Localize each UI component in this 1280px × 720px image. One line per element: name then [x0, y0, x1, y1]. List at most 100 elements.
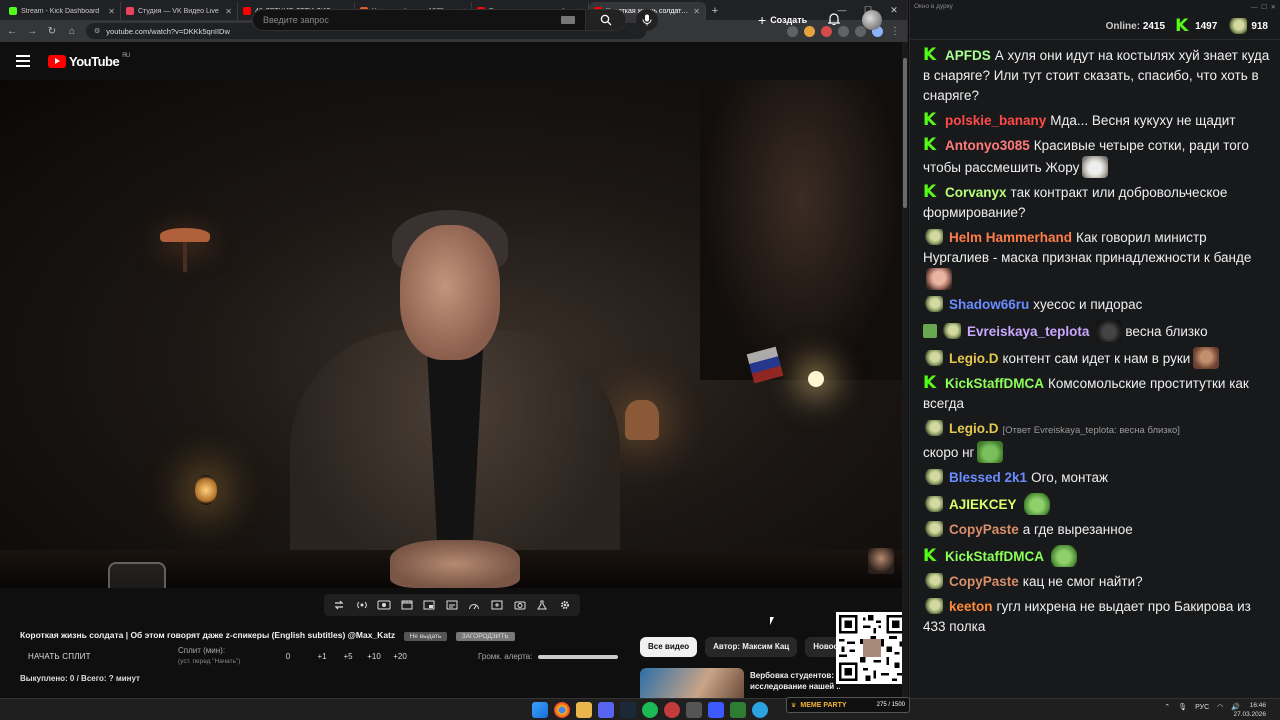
chat-message[interactable]: AJIEKCEY [923, 491, 1273, 518]
wifi-icon[interactable]: ◠ [1217, 703, 1223, 711]
film-icon[interactable] [399, 598, 415, 612]
split-increment-button[interactable]: +5 [335, 652, 361, 661]
chat-message[interactable]: KickStaffDMCA [923, 543, 1273, 570]
discord-icon[interactable] [598, 702, 614, 718]
chat-username[interactable]: Legio.D [949, 351, 999, 366]
chat-username[interactable]: Legio.D [949, 421, 999, 436]
chat-username[interactable]: polskie_banany [945, 113, 1046, 128]
gear-icon[interactable] [557, 598, 573, 612]
chat-message[interactable]: Corvanyxтак контракт или добровольческое… [923, 181, 1273, 226]
chip-author[interactable]: Автор: Максим Кац [705, 637, 798, 657]
reload-icon[interactable]: ↻ [46, 26, 58, 37]
add-frame-icon[interactable] [489, 598, 505, 612]
chat-message[interactable]: Helm Hammerhand Как говорил министр Нурга… [923, 226, 1273, 293]
subtitles-icon[interactable] [444, 598, 460, 612]
windows-start-icon[interactable] [532, 702, 548, 718]
folder-icon[interactable] [576, 702, 592, 718]
avatar[interactable] [862, 10, 882, 30]
chat-username[interactable]: APFDS [945, 48, 991, 63]
split-increment-button[interactable]: +20 [387, 652, 413, 661]
recommended-video[interactable]: Вербовка студентов: исследование нашей .… [640, 668, 840, 698]
app-icon[interactable] [686, 702, 702, 718]
chat-username[interactable]: Antonyo3085 [945, 138, 1030, 153]
chat-window-controls[interactable]: — ☐ ✕ [1251, 3, 1276, 11]
chat-username[interactable]: Evreiskaya_teplota [967, 324, 1089, 339]
pip-icon[interactable] [421, 598, 437, 612]
video-badge[interactable]: ЗАГОРОДЗИТЬ [455, 632, 515, 641]
spotify-icon[interactable] [642, 702, 658, 718]
tab-close-icon[interactable]: ✕ [225, 7, 232, 16]
search-box[interactable]: Введите запрос [252, 9, 626, 31]
chat-message[interactable]: Evreiskaya_teplota весна близко [923, 318, 1273, 345]
loop-icon[interactable] [331, 598, 347, 612]
forward-icon[interactable]: → [26, 26, 38, 37]
microphone-icon[interactable]: 🎙 [1178, 703, 1187, 711]
split-value[interactable]: 0 [275, 652, 301, 661]
chat-message[interactable]: CopyPaste кац не смог найти? [923, 570, 1273, 595]
chat-username[interactable]: AJIEKCEY [949, 497, 1017, 512]
channel-watermark[interactable] [868, 548, 894, 574]
voice-search-button[interactable] [636, 9, 658, 31]
create-button[interactable]: + Создать [752, 10, 813, 30]
home-icon[interactable]: ⌂ [66, 26, 78, 37]
chat-username[interactable]: Corvanyx [945, 185, 1007, 200]
chat-username[interactable]: KickStaffDMCA [945, 549, 1044, 564]
steam-icon[interactable] [620, 702, 636, 718]
chat-username[interactable]: CopyPaste [949, 522, 1019, 537]
tray-chevron-icon[interactable]: ⌃ [1164, 703, 1170, 711]
keyboard-language[interactable]: РУС [1195, 704, 1209, 711]
reply-reference[interactable]: [Ответ Evreiskaya_teplota: весна близко] [1003, 425, 1180, 436]
chat-username[interactable]: Shadow66ru [949, 297, 1029, 312]
notifications-button[interactable] [827, 12, 841, 31]
video-badge[interactable]: Не выдать [403, 632, 448, 641]
speed-icon[interactable] [466, 598, 482, 612]
chrome-icon[interactable] [554, 702, 570, 718]
chat-username[interactable]: KickStaffDMCA [945, 376, 1044, 391]
chat-message[interactable]: Antonyo3085Красивые четыре сотки, ради т… [923, 134, 1273, 181]
chat-message[interactable]: Legio.D [Ответ Evreiskaya_teplota: весна … [923, 417, 1273, 466]
menu-icon[interactable] [16, 55, 30, 67]
chip-all-videos[interactable]: Все видео [640, 637, 698, 657]
back-icon[interactable]: ← [6, 26, 18, 37]
app-icon[interactable] [708, 702, 724, 718]
chat-message[interactable]: CopyPaste а где вырезанное [923, 518, 1273, 543]
youtube-logo[interactable]: YouTube RU [48, 53, 130, 69]
chat-message[interactable]: KickStaffDMCAКомсомольские проститутки к… [923, 372, 1273, 417]
app-icon[interactable] [730, 702, 746, 718]
scrollbar-thumb[interactable] [903, 58, 907, 208]
menu-icon[interactable]: ⋮ [889, 26, 901, 37]
app-icon[interactable] [664, 702, 680, 718]
video-player[interactable] [0, 80, 902, 588]
chat-message[interactable]: APFDSА хуля они идут на костылях хуй зна… [923, 44, 1273, 109]
chat-message[interactable]: Blessed 2k1 Ого, монтаж [923, 466, 1273, 491]
recommended-thumbnail[interactable] [640, 668, 744, 698]
new-tab-button[interactable]: + [706, 2, 724, 20]
chat-message[interactable]: keeton гугл нихрена не выдает про Бакиров… [923, 595, 1273, 640]
split-increment-button[interactable]: +1 [309, 652, 335, 661]
eye-icon[interactable] [376, 598, 392, 612]
chat-username[interactable]: keeton [949, 599, 993, 614]
alert-volume-slider[interactable] [538, 655, 618, 659]
chat-username[interactable]: Blessed 2k1 [949, 470, 1027, 485]
split-increment-button[interactable]: +10 [361, 652, 387, 661]
audio-icon[interactable] [354, 598, 370, 612]
meme-party-widget[interactable]: ♛ MEME PARTY 275 / 1500 [786, 697, 910, 713]
close-window-button[interactable]: ✕ [881, 0, 907, 20]
chat-message[interactable]: Shadow66ru хуесос и пидорас [923, 293, 1273, 318]
page-scrollbar[interactable] [902, 42, 908, 698]
chat-message[interactable]: polskie_banany Мда... Весня кукуху не щад… [923, 109, 1273, 134]
keyboard-icon[interactable] [561, 16, 575, 24]
search-button[interactable] [585, 10, 625, 30]
telegram-icon[interactable] [752, 702, 768, 718]
chat-username[interactable]: CopyPaste [949, 574, 1019, 589]
chat-message-list[interactable]: APFDSА хуля они идут на костылях хуй зна… [910, 44, 1280, 689]
taskbar-clock[interactable]: 16:46 27.03.2026 [1233, 701, 1266, 719]
chat-username[interactable]: Helm Hammerhand [949, 230, 1072, 245]
browser-tab[interactable]: Stream - Kick Dashboard ✕ [4, 2, 121, 20]
search-input[interactable]: Введите запрос [253, 15, 561, 25]
flask-icon[interactable] [534, 598, 550, 612]
start-split-button[interactable]: НАЧАТЬ СПЛИТ [28, 652, 91, 661]
browser-tab[interactable]: Студия — VK Видео Live ✕ [121, 2, 238, 20]
recommended-title[interactable]: Вербовка студентов: исследование нашей .… [750, 670, 840, 692]
site-info-icon[interactable]: ⚙ [94, 27, 100, 35]
